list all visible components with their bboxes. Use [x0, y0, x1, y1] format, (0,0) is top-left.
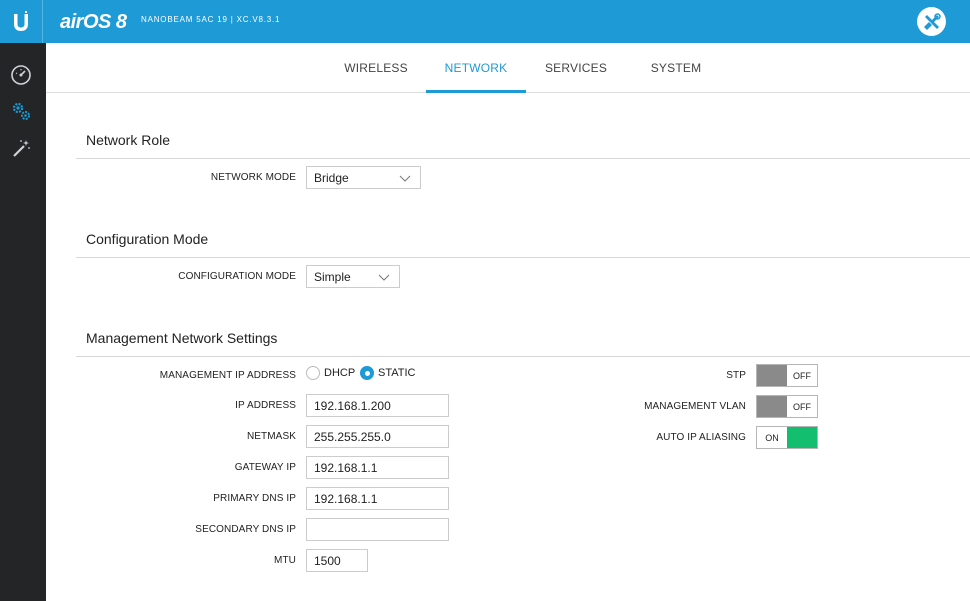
stp-label: STP — [726, 370, 746, 381]
tools-icon — [923, 12, 941, 30]
toggle-knob — [757, 365, 787, 386]
ubiquiti-logo[interactable] — [0, 0, 43, 43]
mtu-input[interactable]: 1500 — [306, 549, 368, 572]
radio-checked-icon — [360, 366, 374, 380]
top-bar: airOS 8 NANOBEAM 5AC 19 | XC.V8.3.1 — [0, 0, 970, 43]
sidebar — [0, 43, 46, 601]
static-radio[interactable]: STATIC — [360, 365, 415, 381]
network-role-title: Network Role — [86, 132, 171, 148]
auto-ip-aliasing-toggle[interactable]: ON — [756, 426, 818, 449]
chevron-down-icon — [378, 274, 390, 281]
secondary-dns-ip-label: SECONDARY DNS IP — [195, 524, 296, 535]
dhcp-radio-label: DHCP — [324, 367, 356, 379]
sidebar-item-wizard[interactable] — [9, 137, 33, 161]
stp-toggle[interactable]: OFF — [756, 364, 818, 387]
tools-button[interactable] — [917, 7, 946, 36]
toggle-knob — [757, 396, 787, 417]
ip-address-input[interactable]: 192.168.1.200 — [306, 394, 449, 417]
section-divider — [76, 158, 970, 159]
settings-gears-icon — [12, 102, 30, 120]
main-tabs: WIRELESS NETWORK SERVICES SYSTEM — [46, 43, 970, 93]
toggle-knob — [787, 427, 817, 448]
gateway-ip-label: GATEWAY IP — [234, 462, 296, 473]
configuration-mode-label: CONFIGURATION MODE — [178, 271, 296, 282]
secondary-dns-ip-input[interactable] — [306, 518, 449, 541]
management-ip-address-label: MANAGEMENT IP ADDRESS — [159, 370, 296, 381]
configuration-mode-title: Configuration Mode — [86, 231, 209, 247]
radio-unchecked-icon — [306, 366, 320, 380]
gateway-ip-input[interactable]: 192.168.1.1 — [306, 456, 449, 479]
toggle-off-label: OFF — [787, 396, 817, 417]
chevron-down-icon — [399, 175, 411, 182]
network-mode-select[interactable]: Bridge — [306, 166, 421, 189]
brand-text: airOS 8 — [60, 10, 127, 33]
device-info: NANOBEAM 5AC 19 | XC.V8.3.1 — [141, 15, 281, 24]
toggle-off-label: OFF — [787, 365, 817, 386]
netmask-input[interactable]: 255.255.255.0 — [306, 425, 449, 448]
mtu-label: MTU — [274, 555, 296, 566]
toggle-on-label: ON — [757, 427, 787, 448]
tab-services[interactable]: SERVICES — [528, 43, 624, 93]
tab-system[interactable]: SYSTEM — [628, 43, 724, 93]
network-mode-label: NETWORK MODE — [210, 172, 296, 183]
management-settings-title: Management Network Settings — [86, 330, 278, 346]
tab-network[interactable]: NETWORK — [426, 43, 526, 93]
sidebar-item-dashboard[interactable] — [9, 63, 33, 87]
section-divider — [76, 257, 970, 258]
configuration-mode-select[interactable]: Simple — [306, 265, 400, 288]
netmask-label: NETMASK — [246, 431, 296, 442]
network-mode-value: Bridge — [314, 170, 349, 185]
static-radio-label: STATIC — [378, 367, 416, 379]
primary-dns-ip-input[interactable]: 192.168.1.1 — [306, 487, 449, 510]
primary-dns-ip-label: PRIMARY DNS IP — [213, 493, 296, 504]
tab-wireless[interactable]: WIRELESS — [328, 43, 424, 93]
ubiquiti-u-icon — [14, 10, 28, 31]
section-divider — [76, 356, 970, 357]
management-vlan-toggle[interactable]: OFF — [756, 395, 818, 418]
dhcp-radio[interactable]: DHCP — [306, 365, 355, 381]
management-vlan-label: MANAGEMENT VLAN — [644, 401, 746, 412]
dashboard-icon — [11, 65, 31, 85]
wizard-wand-icon — [13, 140, 30, 157]
configuration-mode-value: Simple — [314, 269, 351, 284]
sidebar-item-settings[interactable] — [9, 99, 33, 123]
airos-brand-logo: airOS 8 — [60, 8, 127, 36]
ip-address-label: IP ADDRESS — [235, 400, 296, 411]
auto-ip-aliasing-label: AUTO IP ALIASING — [656, 432, 746, 443]
